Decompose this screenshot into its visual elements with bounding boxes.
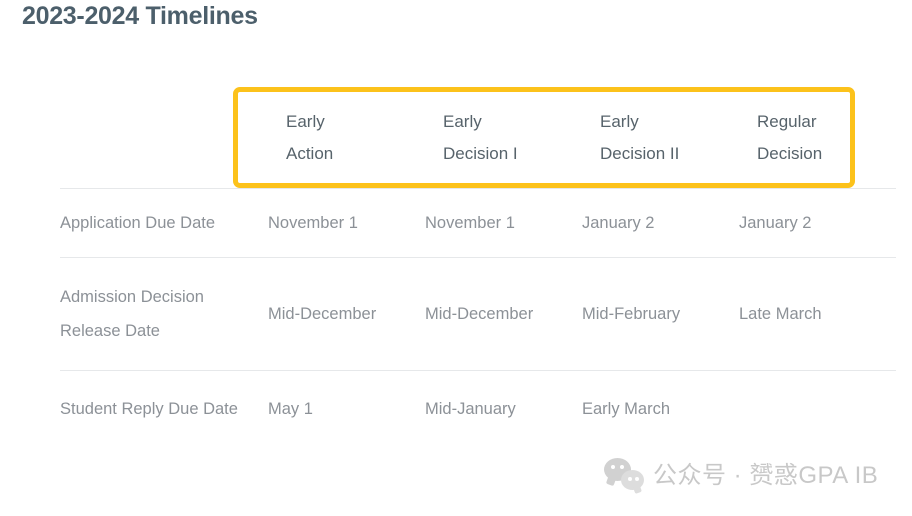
cell-student-reply-early-decision-2: Early March (582, 370, 739, 447)
timeline-table: Early Action Early Decision I Early Deci… (60, 88, 896, 447)
cell-student-reply-early-action: May 1 (268, 370, 425, 447)
column-header-line2: Decision (757, 144, 823, 163)
table-row: Admission Decision Release Date Mid-Dece… (60, 257, 896, 371)
cell-student-reply-regular-decision (739, 370, 896, 447)
column-header-line1: Early (443, 112, 482, 131)
column-header-early-decision-1: Early Decision I (425, 88, 582, 189)
column-header-regular-decision: Regular Decision (739, 88, 896, 189)
column-header-early-decision-1-text: Early Decision I (425, 106, 582, 170)
table-body: Application Due Date November 1 November… (60, 188, 896, 447)
cell-decision-release-early-decision-2: Mid-February (582, 257, 739, 371)
cell-application-due-regular-decision: January 2 (739, 188, 896, 258)
column-header-line2: Action (286, 144, 334, 163)
cell-application-due-early-action: November 1 (268, 188, 425, 258)
row-label-student-reply-due-date: Student Reply Due Date (60, 370, 268, 447)
row-label-application-due-date: Application Due Date (60, 188, 268, 258)
column-header-line1: Early (600, 112, 639, 131)
column-header-early-action: Early Action (268, 88, 425, 189)
cell-decision-release-early-decision-1: Mid-December (425, 257, 582, 371)
column-header-regular-decision-text: Regular Decision (739, 106, 896, 170)
cell-application-due-early-decision-1: November 1 (425, 188, 582, 258)
column-header-early-decision-2: Early Decision II (582, 88, 739, 189)
column-header-line1: Early (286, 112, 325, 131)
table-header-corner (60, 88, 268, 189)
cell-application-due-early-decision-2: January 2 (582, 188, 739, 258)
cell-decision-release-early-action: Mid-December (268, 257, 425, 371)
column-header-early-action-text: Early Action (268, 106, 425, 170)
table-head: Early Action Early Decision I Early Deci… (60, 88, 896, 189)
table-header-row: Early Action Early Decision I Early Deci… (60, 88, 896, 189)
column-header-early-decision-2-text: Early Decision II (582, 106, 739, 170)
row-label-admission-decision-release-date: Admission Decision Release Date (60, 257, 268, 371)
column-header-line1: Regular (757, 112, 817, 131)
timeline-table-wrapper: Early Action Early Decision I Early Deci… (0, 0, 912, 516)
column-header-line2: Decision II (600, 144, 680, 163)
column-header-line2: Decision I (443, 144, 518, 163)
timelines-page: 2023-2024 Timelines Early Action Early D… (0, 0, 912, 516)
cell-decision-release-regular-decision: Late March (739, 257, 896, 371)
table-row: Application Due Date November 1 November… (60, 188, 896, 258)
cell-student-reply-early-decision-1: Mid-January (425, 370, 582, 447)
table-row: Student Reply Due Date May 1 Mid-January… (60, 370, 896, 447)
